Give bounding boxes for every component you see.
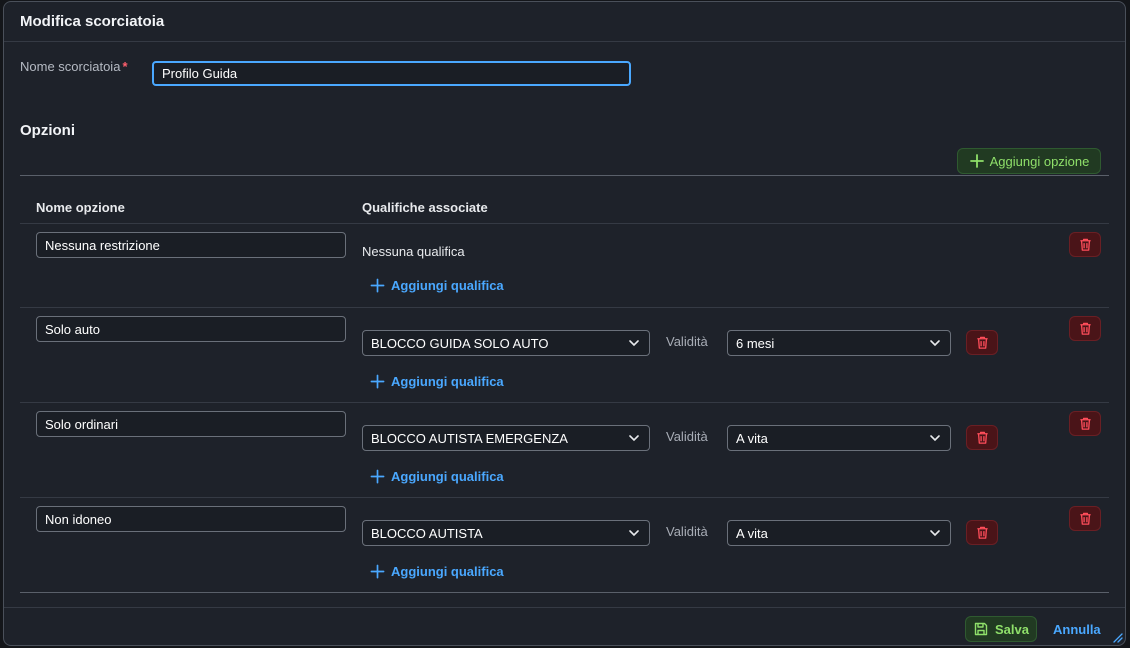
add-qualification-label: Aggiungi qualifica (391, 469, 504, 484)
plus-icon (370, 564, 385, 579)
delete-option-button[interactable] (1069, 232, 1101, 257)
validity-select-value: 6 mesi (736, 335, 775, 351)
no-qualification-text: Nessuna qualifica (362, 244, 465, 259)
dialog-header: Modifica scorciatoia (4, 2, 1125, 42)
validity-select[interactable]: A vita (727, 425, 951, 451)
floppy-disk-icon (974, 622, 988, 636)
footer-divider (4, 607, 1125, 608)
validity-select[interactable]: A vita (727, 520, 951, 546)
edit-shortcut-dialog: Modifica scorciatoia Nome scorciatoia* O… (3, 1, 1126, 646)
qualification-select-value: BLOCCO AUTISTA EMERGENZA (371, 430, 568, 446)
column-header-name: Nome opzione (36, 200, 125, 215)
add-qualification-button[interactable]: Aggiungi qualifica (370, 278, 504, 293)
dialog-title: Modifica scorciatoia (20, 13, 165, 30)
option-name-input[interactable] (36, 411, 346, 437)
add-qualification-button[interactable]: Aggiungi qualifica (370, 469, 504, 484)
plus-icon (370, 374, 385, 389)
chevron-down-icon (930, 340, 940, 347)
chevron-down-icon (930, 530, 940, 537)
trash-icon (976, 526, 988, 539)
delete-option-button[interactable] (1069, 411, 1101, 436)
plus-icon (370, 278, 385, 293)
delete-option-button[interactable] (1069, 316, 1101, 341)
table-row: BLOCCO AUTISTA EMERGENZA Validità A vita… (20, 403, 1109, 498)
qualification-select-value: BLOCCO GUIDA SOLO AUTO (371, 335, 549, 351)
chevron-down-icon (629, 435, 639, 442)
qualification-select-value: BLOCCO AUTISTA (371, 525, 483, 541)
trash-icon (976, 431, 988, 444)
chevron-down-icon (629, 530, 639, 537)
option-name-input[interactable] (36, 232, 346, 258)
add-option-label: Aggiungi opzione (989, 153, 1090, 169)
table-row: BLOCCO GUIDA SOLO AUTO Validità 6 mesi A… (20, 308, 1109, 403)
plus-icon (370, 469, 385, 484)
trash-icon (976, 336, 988, 349)
validity-select-value: A vita (736, 525, 768, 541)
add-qualification-label: Aggiungi qualifica (391, 564, 504, 579)
table-row: Nessuna qualifica Aggiungi qualifica (20, 224, 1109, 308)
chevron-down-icon (629, 340, 639, 347)
table-header: Nome opzione Qualifiche associate (20, 176, 1109, 224)
delete-qualification-button[interactable] (966, 520, 998, 545)
delete-qualification-button[interactable] (966, 330, 998, 355)
add-option-button[interactable]: Aggiungi opzione (957, 148, 1101, 174)
trash-icon (1079, 417, 1091, 430)
required-mark: * (122, 59, 128, 74)
table-row: BLOCCO AUTISTA Validità A vita Aggiungi … (20, 498, 1109, 593)
add-qualification-button[interactable]: Aggiungi qualifica (370, 374, 504, 389)
options-table: Nome opzione Qualifiche associate Nessun… (20, 175, 1109, 593)
save-button[interactable]: Salva (965, 616, 1037, 642)
trash-icon (1079, 322, 1091, 335)
shortcut-name-label: Nome scorciatoia * (20, 59, 128, 74)
trash-icon (1079, 238, 1091, 251)
add-qualification-label: Aggiungi qualifica (391, 278, 504, 293)
trash-icon (1079, 512, 1091, 525)
shortcut-name-input[interactable] (152, 61, 631, 86)
option-name-input[interactable] (36, 506, 346, 532)
resize-grip-icon[interactable] (1111, 631, 1123, 643)
validity-label: Validità (666, 524, 708, 539)
add-qualification-label: Aggiungi qualifica (391, 374, 504, 389)
delete-option-button[interactable] (1069, 506, 1101, 531)
qualification-select[interactable]: BLOCCO GUIDA SOLO AUTO (362, 330, 650, 356)
chevron-down-icon (930, 435, 940, 442)
shortcut-name-label-text: Nome scorciatoia (20, 59, 121, 74)
add-qualification-button[interactable]: Aggiungi qualifica (370, 564, 504, 579)
qualification-select[interactable]: BLOCCO AUTISTA (362, 520, 650, 546)
validity-label: Validità (666, 429, 708, 444)
validity-label: Validità (666, 334, 708, 349)
option-name-input[interactable] (36, 316, 346, 342)
plus-icon (969, 154, 984, 168)
save-label: Salva (995, 621, 1029, 637)
cancel-button[interactable]: Annulla (1053, 622, 1101, 637)
qualification-select[interactable]: BLOCCO AUTISTA EMERGENZA (362, 425, 650, 451)
delete-qualification-button[interactable] (966, 425, 998, 450)
validity-select-value: A vita (736, 430, 768, 446)
column-header-qualifications: Qualifiche associate (362, 200, 488, 215)
options-section-title: Opzioni (20, 122, 75, 139)
validity-select[interactable]: 6 mesi (727, 330, 951, 356)
